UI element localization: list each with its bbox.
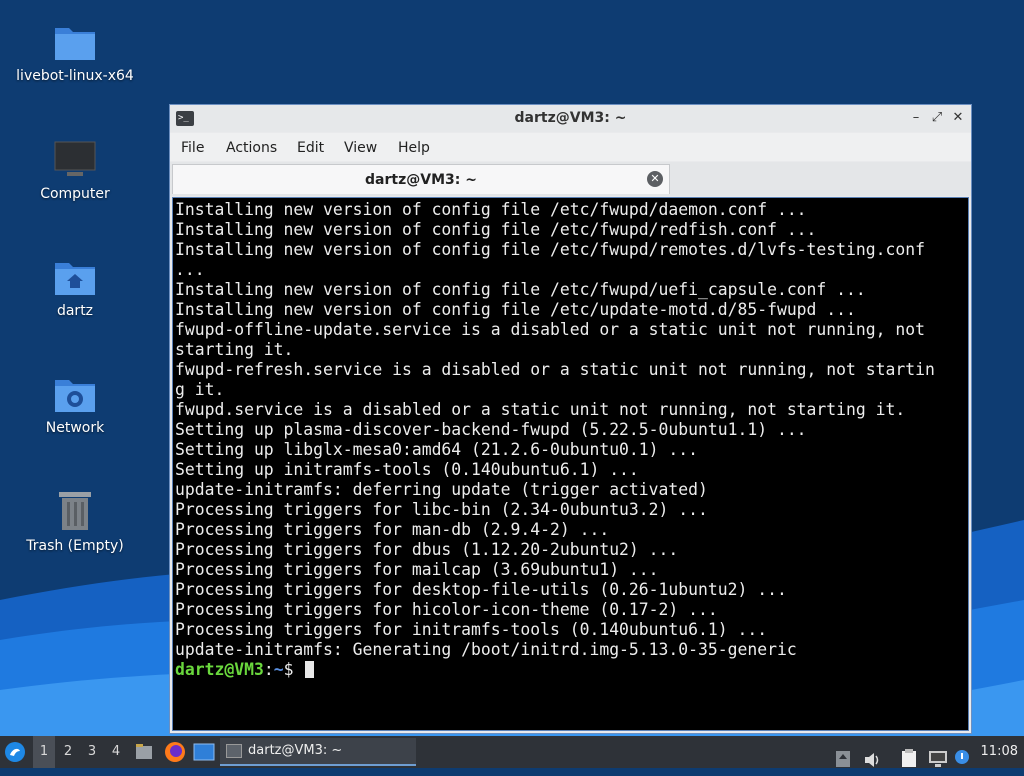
terminal-line: Setting up libglx-mesa0:amd64 (21.2.6-0u… xyxy=(175,440,699,459)
terminal-prompt-line[interactable]: dartz@VM3:~$ xyxy=(175,660,966,680)
terminal-line: Processing triggers for desktop-file-uti… xyxy=(175,580,787,599)
workspace-1[interactable]: 1 xyxy=(33,736,55,768)
terminal-line: Processing triggers for initramfs-tools … xyxy=(175,620,768,639)
menu-edit[interactable]: Edit xyxy=(297,140,324,156)
terminal-output[interactable]: Installing new version of config file /e… xyxy=(172,197,969,731)
window-title: dartz@VM3: ~ xyxy=(514,110,627,126)
terminal-line: Installing new version of config file /e… xyxy=(175,240,925,259)
menu-actions[interactable]: Actions xyxy=(226,140,277,156)
desktop-icon-trash[interactable]: Trash (Empty) xyxy=(10,490,140,554)
prompt-path: ~ xyxy=(273,660,284,679)
terminal-line: Processing triggers for man-db (2.9.4-2)… xyxy=(175,520,610,539)
start-menu-icon[interactable] xyxy=(4,741,26,763)
minimize-button[interactable]: – xyxy=(908,110,924,126)
terminal-line: Installing new version of config file /e… xyxy=(175,280,866,299)
network-folder-icon xyxy=(55,380,95,412)
file-manager-icon[interactable] xyxy=(134,742,154,762)
taskbar-clock[interactable]: 11:08 xyxy=(981,736,1018,768)
menu-help[interactable]: Help xyxy=(398,140,430,156)
terminal-line: Setting up plasma-discover-backend-fwupd… xyxy=(175,420,807,439)
clipboard-icon[interactable] xyxy=(900,742,918,774)
firefox-icon[interactable] xyxy=(164,741,186,763)
computer-icon xyxy=(54,141,96,176)
taskbar: 1 2 3 4 dartz@VM3: ~ 11:08 xyxy=(0,736,1024,768)
terminal-line: update-initramfs: deferring update (trig… xyxy=(175,480,708,499)
terminal-line: starting it. xyxy=(175,340,294,359)
volume-icon[interactable] xyxy=(864,744,882,776)
updates-icon[interactable] xyxy=(835,743,851,775)
terminal-line: Processing triggers for mailcap (3.69ubu… xyxy=(175,560,659,579)
terminal-line: update-initramfs: Generating /boot/initr… xyxy=(175,640,797,659)
terminal-line: fwupd-refresh.service is a disabled or a… xyxy=(175,360,935,379)
close-button[interactable]: ✕ xyxy=(950,110,966,126)
workspace-3[interactable]: 3 xyxy=(81,736,103,768)
task-label: dartz@VM3: ~ xyxy=(248,743,343,758)
terminal-line: Processing triggers for hicolor-icon-the… xyxy=(175,600,718,619)
notification-icon[interactable] xyxy=(953,741,973,773)
tab-title: dartz@VM3: ~ xyxy=(365,172,477,188)
terminal-line: Installing new version of config file /e… xyxy=(175,300,856,319)
taskbar-task-terminal[interactable]: dartz@VM3: ~ xyxy=(220,738,416,766)
terminal-line: fwupd.service is a disabled or a static … xyxy=(175,400,906,419)
terminal-line: Setting up initramfs-tools (0.140ubuntu6… xyxy=(175,460,639,479)
terminal-line: ... xyxy=(175,260,205,279)
tab-bar: dartz@VM3: ~ ✕ xyxy=(170,162,971,196)
workspace-2[interactable]: 2 xyxy=(57,736,79,768)
trash-icon xyxy=(59,492,91,530)
menu-file[interactable]: File xyxy=(181,140,204,156)
text-cursor xyxy=(305,661,315,678)
desktop-icon-label: Network xyxy=(45,420,105,436)
terminal-line: g it. xyxy=(175,380,225,399)
terminal-line: Processing triggers for libc-bin (2.34-0… xyxy=(175,500,708,519)
terminal-line: Installing new version of config file /e… xyxy=(175,200,807,219)
maximize-button[interactable]: ⤢ xyxy=(929,110,945,126)
desktop-icon-livebot[interactable]: livebot-linux-x64 xyxy=(10,22,140,84)
menu-view[interactable]: View xyxy=(344,140,377,156)
window-titlebar[interactable]: >_ dartz@VM3: ~ – ⤢ ✕ xyxy=(170,105,971,132)
desktop-icon-computer[interactable]: Computer xyxy=(10,140,140,202)
tab-close-icon[interactable]: ✕ xyxy=(647,171,663,187)
desktop-icon-label: livebot-linux-x64 xyxy=(16,68,134,84)
desktop-icon-network[interactable]: Network xyxy=(10,374,140,436)
menu-bar: File Actions Edit View Help xyxy=(170,133,971,161)
prompt-user-host: dartz@VM3 xyxy=(175,660,264,679)
network-icon[interactable] xyxy=(928,743,948,775)
prompt-symbol: $ xyxy=(283,660,304,679)
terminal-line: Processing triggers for dbus (1.12.20-2u… xyxy=(175,540,679,559)
home-folder-icon xyxy=(55,263,95,295)
desktop-icon-label: dartz xyxy=(56,303,94,319)
terminal-line: Installing new version of config file /e… xyxy=(175,220,817,239)
show-desktop-icon[interactable] xyxy=(193,743,215,761)
terminal-icon xyxy=(226,744,242,758)
desktop-icon-label: Trash (Empty) xyxy=(26,538,124,554)
workspace-4[interactable]: 4 xyxy=(105,736,127,768)
tab-terminal[interactable]: dartz@VM3: ~ ✕ xyxy=(172,164,670,194)
desktop-icon-home[interactable]: dartz xyxy=(10,257,140,319)
prompt-separator: : xyxy=(263,660,274,679)
terminal-line: fwupd-offline-update.service is a disabl… xyxy=(175,320,925,339)
terminal-window: >_ dartz@VM3: ~ – ⤢ ✕ File Actions Edit … xyxy=(169,104,972,734)
folder-icon xyxy=(55,28,95,60)
desktop-icon-label: Computer xyxy=(40,186,110,202)
